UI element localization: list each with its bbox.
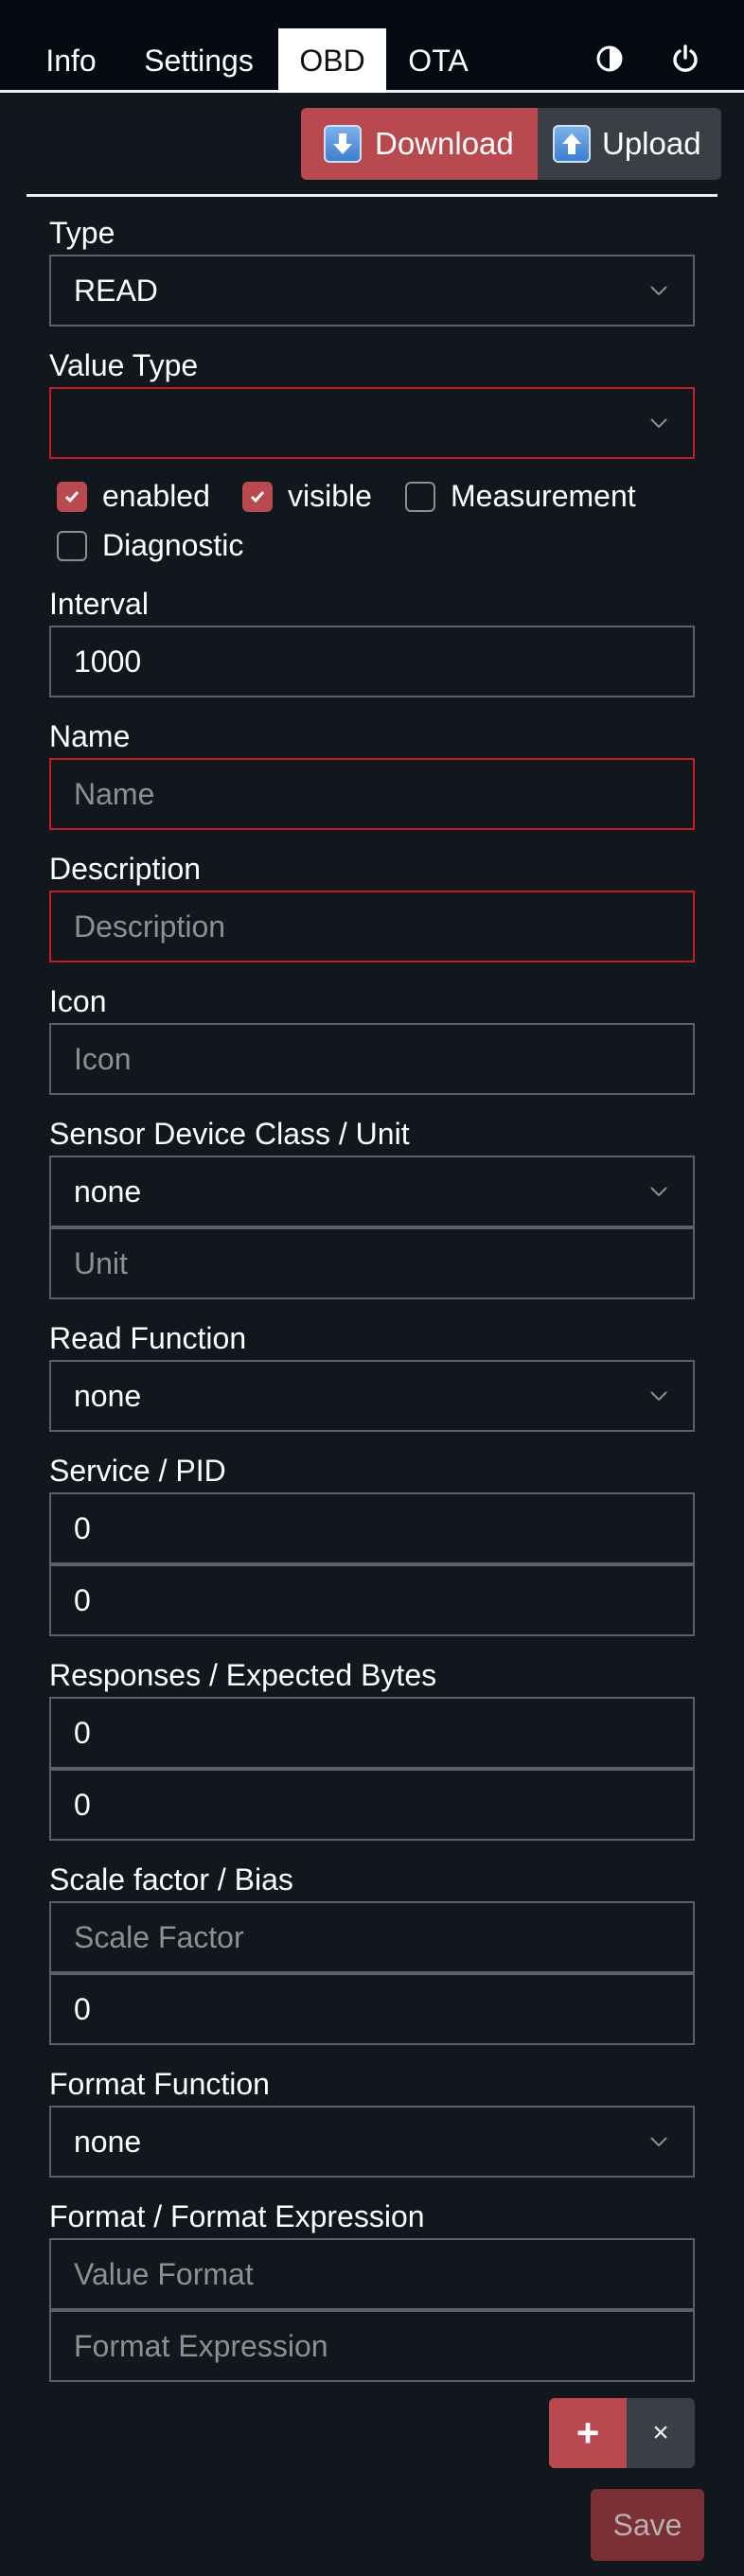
enabled-checkbox[interactable]: enabled [57,479,210,514]
checkbox-checked-icon [242,481,273,512]
service-value: 0 [74,1510,91,1545]
format-function-value: none [74,2124,142,2159]
description-placeholder: Description [74,909,226,944]
format-label: Format / Format Expression [49,2199,425,2233]
save-label: Save [612,2507,682,2542]
measurement-checkbox[interactable]: Measurement [405,479,636,514]
delete-button[interactable]: × [627,2398,695,2468]
name-input[interactable]: Name [49,758,695,830]
description-input[interactable]: Description [49,891,695,962]
toolbar-divider [27,194,717,197]
read-function-label: Read Function [49,1321,247,1355]
checkbox-unchecked-icon [57,530,87,561]
checkbox-unchecked-icon [405,481,435,512]
tab-ota[interactable]: OTA [396,28,481,93]
sensor-label: Sensor Device Class / Unit [49,1117,410,1151]
upload-arrow-icon [553,125,591,163]
chevron-down-icon [650,1187,667,1197]
theme-toggle-icon[interactable] [593,42,627,76]
chevron-down-icon [650,2137,667,2147]
format-function-label: Format Function [49,2067,270,2101]
interval-input[interactable]: 1000 [49,626,695,697]
icon-input[interactable]: Icon [49,1023,695,1095]
upload-button[interactable]: Upload [538,108,721,180]
checkbox-checked-icon [57,481,87,512]
format-function-select[interactable]: none [49,2106,695,2178]
value-type-select[interactable] [49,387,695,459]
bias-input[interactable]: 0 [49,1973,695,2045]
service-input[interactable]: 0 [49,1492,695,1564]
unit-placeholder: Unit [74,1245,128,1280]
responses-value: 0 [74,1715,91,1750]
value-format-input[interactable]: Value Format [49,2238,695,2310]
format-expression-placeholder: Format Expression [74,2328,328,2363]
chevron-down-icon [650,286,667,296]
diagnostic-label: Diagnostic [102,528,244,562]
enabled-label: enabled [102,479,210,513]
expected-bytes-value: 0 [74,1787,91,1822]
close-icon: × [652,2417,669,2448]
read-function-select[interactable]: none [49,1360,695,1432]
tab-obd[interactable]: OBD [278,28,386,93]
icon-label: Icon [49,984,107,1018]
scale-label: Scale factor / Bias [49,1862,293,1897]
add-button[interactable]: + [549,2398,627,2468]
tab-settings[interactable]: Settings [129,28,269,93]
name-placeholder: Name [74,776,155,811]
power-icon[interactable] [668,42,702,76]
expected-bytes-input[interactable]: 0 [49,1769,695,1841]
name-label: Name [49,719,131,753]
download-button[interactable]: Download [301,108,538,180]
visible-checkbox[interactable]: visible [242,479,372,514]
download-arrow-icon [324,125,362,163]
interval-value: 1000 [74,644,142,679]
interval-label: Interval [49,587,149,621]
description-label: Description [49,852,202,886]
chevron-down-icon [650,418,667,429]
icon-placeholder: Icon [74,1041,132,1076]
responses-label: Responses / Expected Bytes [49,1658,437,1692]
unit-input[interactable]: Unit [49,1227,695,1299]
plus-icon: + [576,2410,600,2455]
diagnostic-checkbox[interactable]: Diagnostic [57,528,243,563]
visible-label: visible [288,479,372,513]
chevron-down-icon [650,1391,667,1402]
bias-value: 0 [74,1991,91,2026]
scale-factor-placeholder: Scale Factor [74,1919,244,1954]
save-button[interactable]: Save [591,2489,704,2561]
scale-factor-input[interactable]: Scale Factor [49,1901,695,1973]
type-select-value: READ [74,273,158,308]
download-label: Download [375,126,514,161]
tab-info[interactable]: Info [28,28,114,93]
pid-value: 0 [74,1582,91,1617]
responses-input[interactable]: 0 [49,1697,695,1769]
measurement-label: Measurement [451,479,636,513]
read-function-value: none [74,1378,142,1413]
type-label: Type [49,216,115,250]
upload-label: Upload [602,126,701,161]
format-expression-input[interactable]: Format Expression [49,2310,695,2382]
type-select[interactable]: READ [49,255,695,326]
service-pid-label: Service / PID [49,1454,226,1488]
top-nav: Info Settings OBD OTA [0,0,744,93]
device-class-select[interactable]: none [49,1156,695,1227]
value-type-label: Value Type [49,348,199,382]
value-format-placeholder: Value Format [74,2256,254,2291]
device-class-value: none [74,1173,142,1209]
pid-input[interactable]: 0 [49,1564,695,1636]
